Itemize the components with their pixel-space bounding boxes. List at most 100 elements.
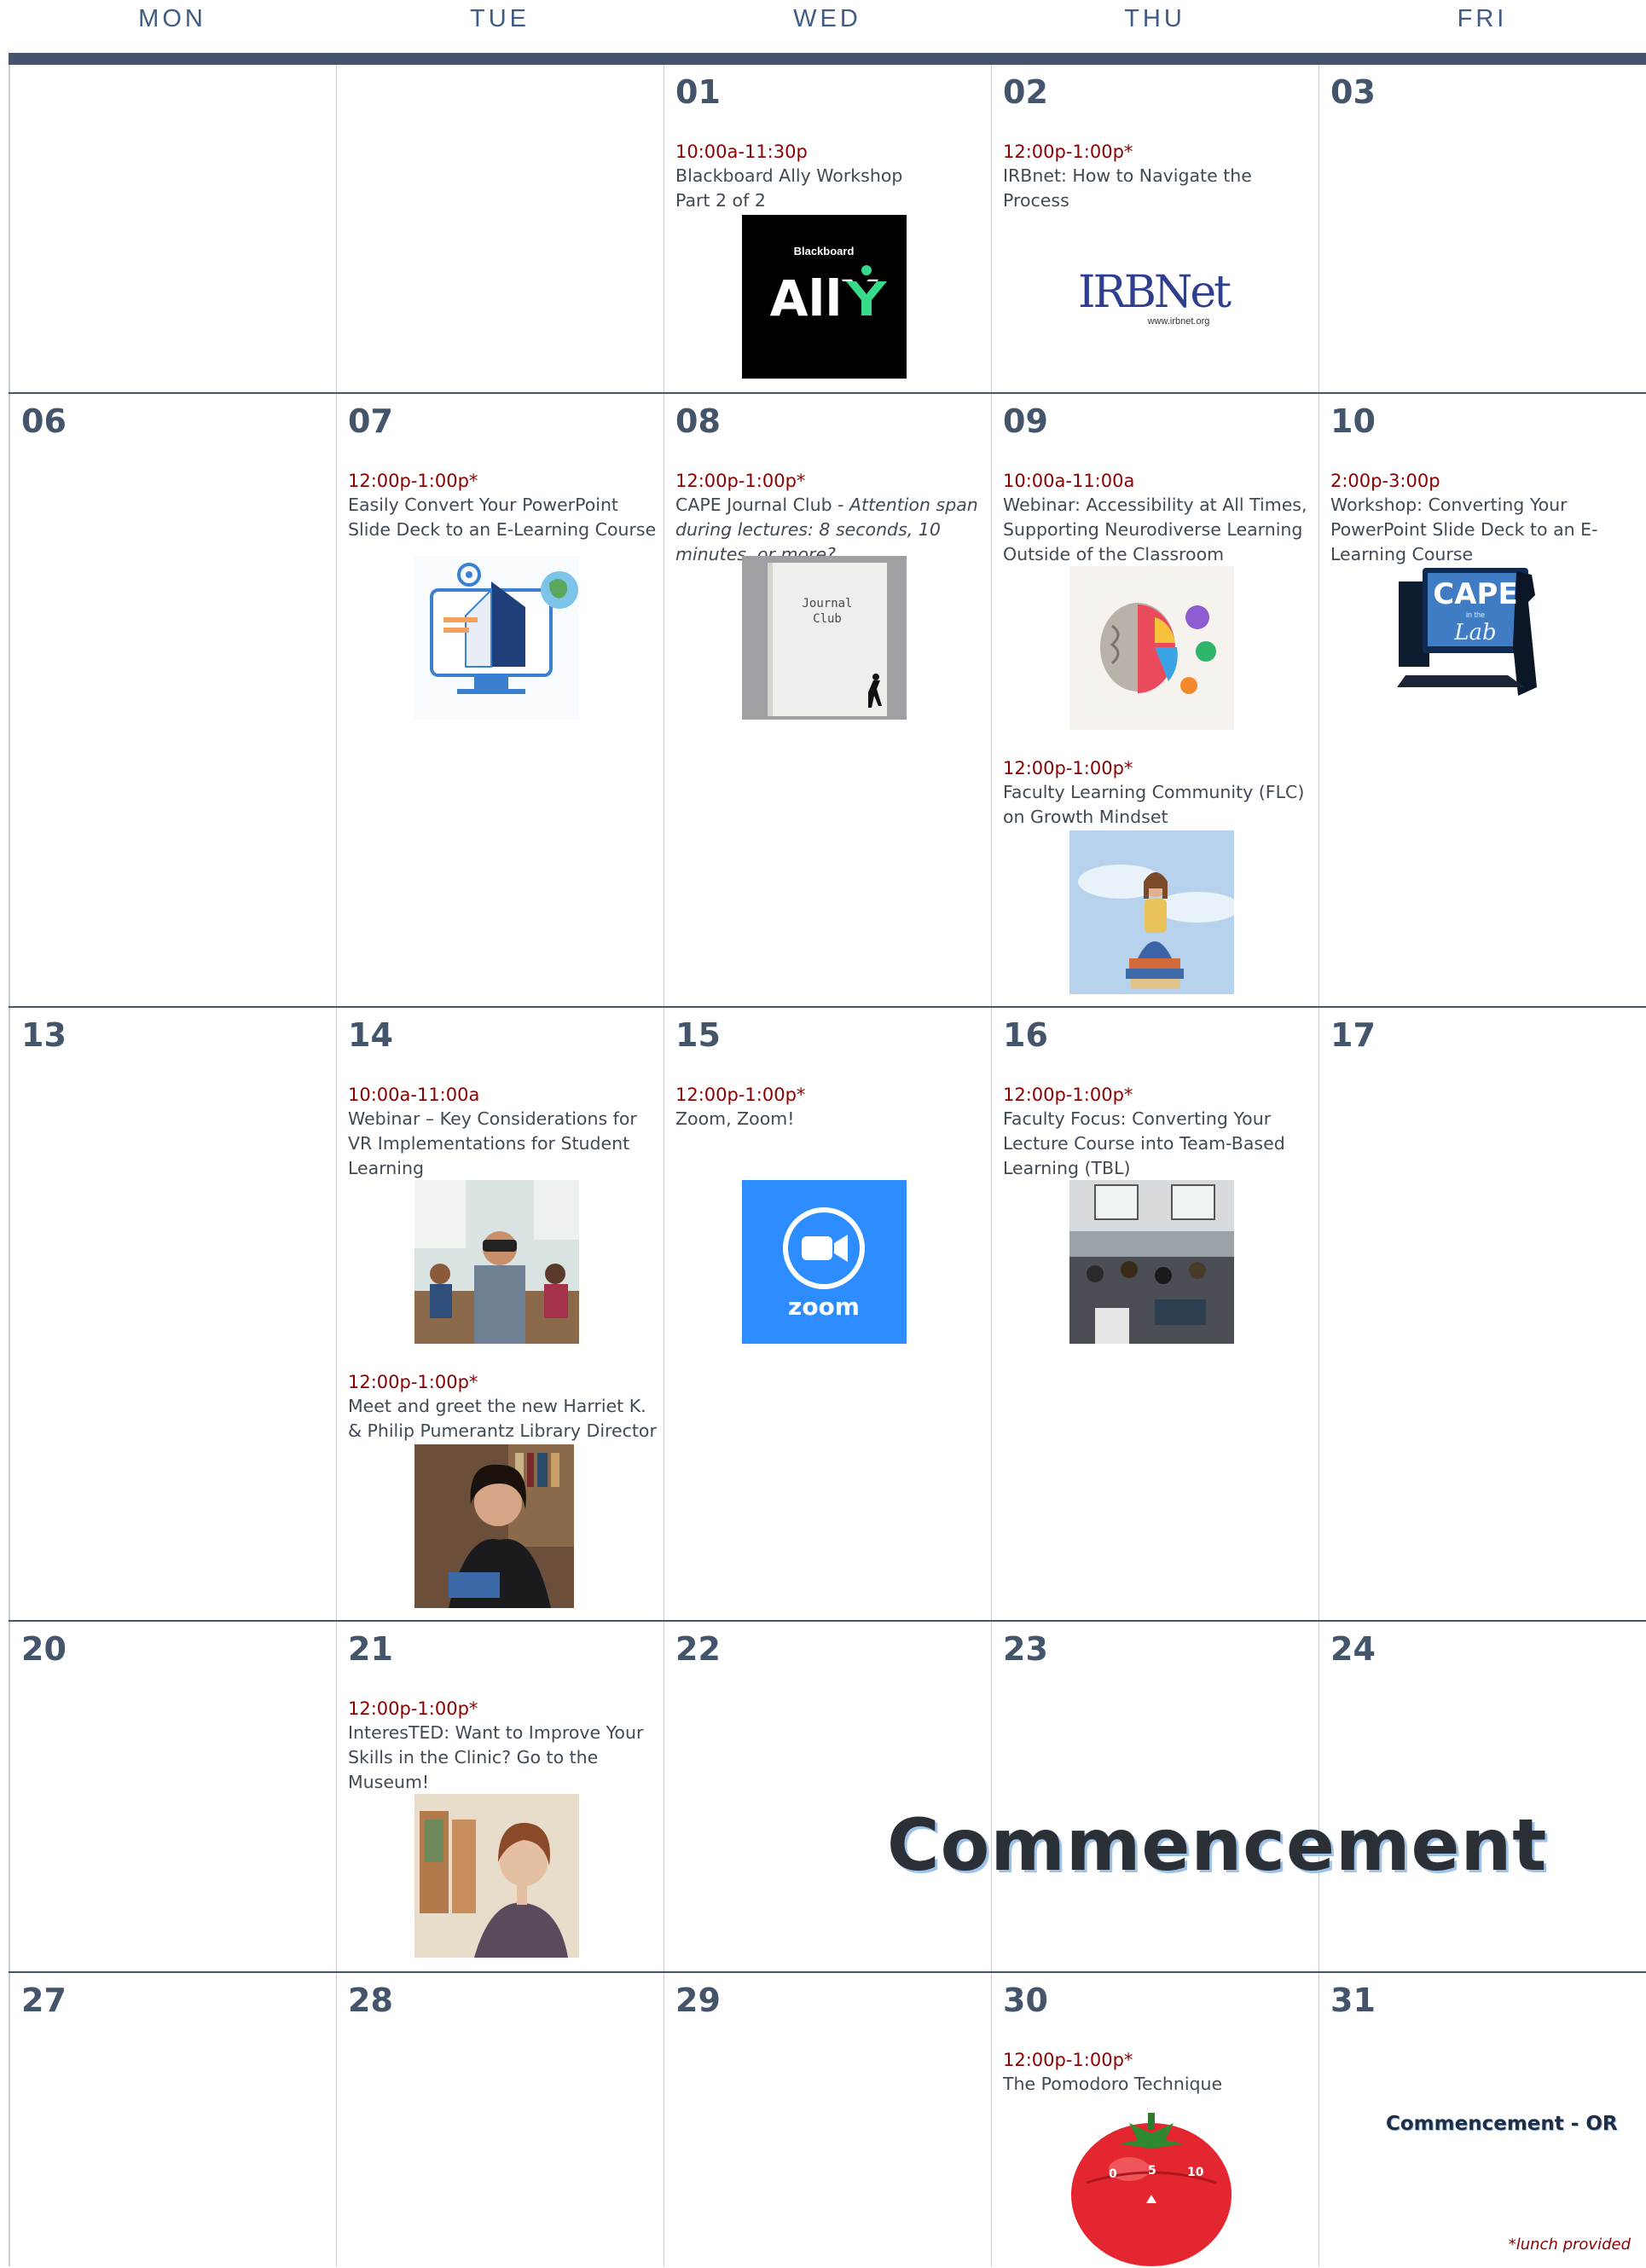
svg-text:in the: in the xyxy=(1466,610,1485,619)
svg-text:Blackboard: Blackboard xyxy=(794,245,855,257)
event-01[interactable]: 10:00a-11:30p Blackboard Ally Workshop Pa… xyxy=(675,140,984,213)
date-number: 15 xyxy=(675,1016,721,1054)
svg-text:CAPE: CAPE xyxy=(1433,577,1517,611)
date-number: 21 xyxy=(348,1630,393,1668)
event-time: 12:00p-1:00p* xyxy=(1003,142,1133,162)
svg-text:Lab: Lab xyxy=(1453,620,1496,645)
date-number: 01 xyxy=(675,73,721,111)
week-row-3: 13 14 10:00a-11:00a Webinar – Key Consid… xyxy=(9,1006,1646,1620)
day-cell-22[interactable]: 22 xyxy=(664,1622,991,1971)
event-08[interactable]: 12:00p-1:00p* CAPE Journal Club - Attent… xyxy=(675,469,984,567)
date-number: 29 xyxy=(675,1982,721,2019)
date-number: 23 xyxy=(1003,1630,1048,1668)
date-number: 07 xyxy=(348,402,393,440)
day-cell-02[interactable]: 02 12:00p-1:00p* IRBnet: How to Navigate… xyxy=(991,65,1319,392)
date-number: 16 xyxy=(1003,1016,1048,1054)
event-title: Meet and greet the new Harriet K. & Phili… xyxy=(348,1396,657,1441)
event-title: Webinar: Accessibility at All Times, Supp… xyxy=(1003,495,1307,564)
calendar-grid: 01 10:00a-11:30p Blackboard Ally Worksho… xyxy=(9,65,1646,2268)
day-cell-06[interactable]: 06 xyxy=(9,394,336,1006)
date-number: 08 xyxy=(675,402,721,440)
week-row-4: 20 21 12:00p-1:00p* InteresTED: Want to … xyxy=(9,1620,1646,1971)
day-cell-09[interactable]: 09 10:00a-11:00a Webinar: Accessibility … xyxy=(991,394,1319,1006)
event-07[interactable]: 12:00p-1:00p* Easily Convert Your PowerP… xyxy=(348,469,657,542)
irbnet-logo: IRBNet www.irbnet.org xyxy=(1069,249,1234,334)
event-time: 12:00p-1:00p* xyxy=(348,1372,478,1392)
lecture-hall-photo xyxy=(1069,1180,1234,1344)
date-number: 30 xyxy=(1003,1982,1048,2019)
svg-text:5: 5 xyxy=(1148,2164,1156,2178)
event-title: Faculty Learning Community (FLC) on Growt… xyxy=(1003,782,1305,827)
tomato-timer-icon: 0 5 10 xyxy=(1069,2101,1234,2268)
day-cell-17[interactable]: 17 xyxy=(1319,1008,1646,1620)
event-time: 12:00p-1:00p* xyxy=(675,1085,806,1105)
event-09-flc[interactable]: 12:00p-1:00p* Faculty Learning Community… xyxy=(1003,756,1312,830)
event-14-webinar[interactable]: 10:00a-11:00a Webinar – Key Consideratio… xyxy=(348,1083,657,1181)
event-title: IRBnet: How to Navigate the Process xyxy=(1003,165,1252,211)
date-number: 03 xyxy=(1330,73,1376,111)
event-title: Zoom, Zoom! xyxy=(675,1108,795,1129)
day-cell-08[interactable]: 08 12:00p-1:00p* CAPE Journal Club - Att… xyxy=(664,394,991,1006)
zoom-logo: zoom xyxy=(742,1180,907,1344)
day-cell-empty-tue xyxy=(336,65,664,392)
journal-club-book-image: Journal Club xyxy=(742,556,907,720)
date-number: 17 xyxy=(1330,1016,1376,1054)
day-cell-13[interactable]: 13 xyxy=(9,1008,336,1620)
day-cell-01[interactable]: 01 10:00a-11:30p Blackboard Ally Worksho… xyxy=(664,65,991,392)
event-time: 10:00a-11:00a xyxy=(1003,471,1135,491)
event-time: 10:00a-11:30p xyxy=(675,142,808,162)
day-cell-30[interactable]: 30 12:00p-1:00p* The Pomodoro Technique … xyxy=(991,1973,1319,2268)
event-14-meet-greet[interactable]: 12:00p-1:00p* Meet and greet the new Har… xyxy=(348,1370,657,1444)
date-number: 22 xyxy=(675,1630,721,1668)
event-16[interactable]: 12:00p-1:00p* Faculty Focus: Converting … xyxy=(1003,1083,1312,1181)
date-number: 20 xyxy=(21,1630,67,1668)
event-09-webinar[interactable]: 10:00a-11:00a Webinar: Accessibility at … xyxy=(1003,469,1312,567)
day-cell-10[interactable]: 10 2:00p-3:00p Workshop: Converting Your… xyxy=(1319,394,1646,1006)
commencement-or-label: Commencement - OR xyxy=(1386,2113,1618,2135)
event-title: Faculty Focus: Converting Your Lecture Co… xyxy=(1003,1108,1285,1178)
day-cell-20[interactable]: 20 xyxy=(9,1622,336,1971)
date-number: 31 xyxy=(1330,1982,1376,2019)
header-divider xyxy=(9,53,1646,65)
date-number: 06 xyxy=(21,402,67,440)
date-number: 24 xyxy=(1330,1630,1376,1668)
elearning-illustration xyxy=(414,556,579,720)
event-title: Blackboard Ally Workshop Part 2 of 2 xyxy=(675,165,903,211)
day-cell-21[interactable]: 21 12:00p-1:00p* InteresTED: Want to Imp… xyxy=(336,1622,664,1971)
day-cell-15[interactable]: 15 12:00p-1:00p* Zoom, Zoom! zoom xyxy=(664,1008,991,1620)
svg-text:10: 10 xyxy=(1187,2166,1204,2179)
day-cell-03[interactable]: 03 xyxy=(1319,65,1646,392)
day-name-thu: THU xyxy=(1124,5,1185,32)
svg-text:www.irbnet.org: www.irbnet.org xyxy=(1147,316,1210,327)
day-cell-28[interactable]: 28 xyxy=(336,1973,664,2266)
day-cell-23[interactable]: 23 xyxy=(991,1622,1319,1971)
date-number: 10 xyxy=(1330,402,1376,440)
vr-classroom-photo xyxy=(414,1180,579,1344)
day-name-wed: WED xyxy=(793,5,861,32)
event-10[interactable]: 2:00p-3:00p Workshop: Converting Your Pow… xyxy=(1330,469,1639,567)
event-time: 10:00a-11:00a xyxy=(348,1085,480,1105)
date-number: 02 xyxy=(1003,73,1048,111)
day-cell-empty-mon xyxy=(9,65,336,392)
event-time: 2:00p-3:00p xyxy=(1330,471,1440,491)
event-02[interactable]: 12:00p-1:00p* IRBnet: How to Navigate th… xyxy=(1003,140,1312,213)
day-cell-29[interactable]: 29 xyxy=(664,1973,991,2266)
svg-text:0: 0 xyxy=(1109,2167,1117,2181)
day-cell-14[interactable]: 14 10:00a-11:00a Webinar – Key Considera… xyxy=(336,1008,664,1620)
lunch-provided-note: *lunch provided xyxy=(1508,2236,1631,2254)
event-15[interactable]: 12:00p-1:00p* Zoom, Zoom! xyxy=(675,1083,984,1131)
event-time: 12:00p-1:00p* xyxy=(348,471,478,491)
date-number: 27 xyxy=(21,1982,67,2019)
day-cell-16[interactable]: 16 12:00p-1:00p* Faculty Focus: Converti… xyxy=(991,1008,1319,1620)
event-title: Workshop: Converting Your PowerPoint Slid… xyxy=(1330,495,1598,564)
event-title: Webinar – Key Considerations for VR Imple… xyxy=(348,1108,637,1178)
event-30[interactable]: 12:00p-1:00p* The Pomodoro Technique xyxy=(1003,2048,1312,2097)
day-cell-27[interactable]: 27 xyxy=(9,1973,336,2266)
date-number: 13 xyxy=(21,1016,67,1054)
day-cell-24[interactable]: 24 xyxy=(1319,1622,1646,1971)
growth-mindset-photo xyxy=(1069,830,1234,994)
day-cell-07[interactable]: 07 12:00p-1:00p* Easily Convert Your Pow… xyxy=(336,394,664,1006)
week-row-2: 06 07 12:00p-1:00p* Easily Convert Your … xyxy=(9,392,1646,1006)
library-director-photo xyxy=(414,1444,574,1608)
event-21[interactable]: 12:00p-1:00p* InteresTED: Want to Improv… xyxy=(348,1697,657,1795)
